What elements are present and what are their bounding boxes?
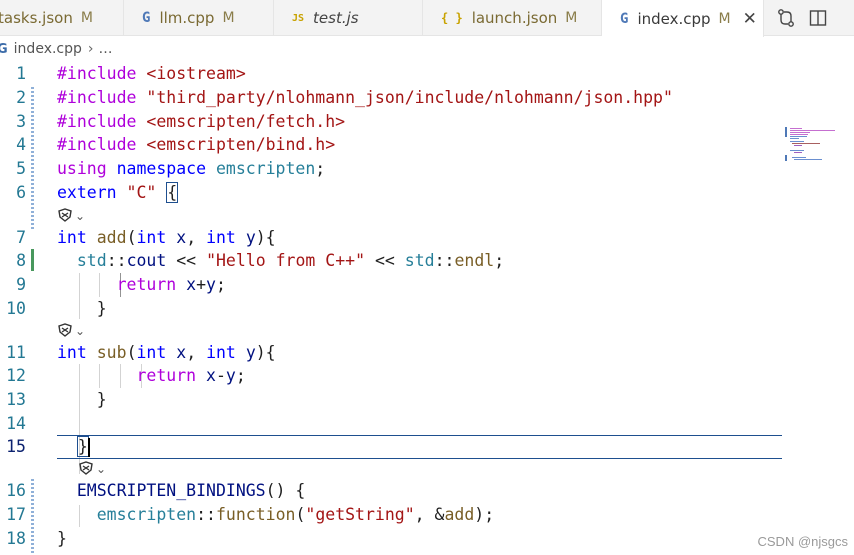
- line-number: 3: [16, 112, 26, 131]
- breadcrumb-more[interactable]: …: [99, 41, 113, 57]
- code-editor[interactable]: 1 #include <iostream> 2 #include "third_…: [0, 61, 854, 555]
- line-code: #include <iostream>: [57, 64, 246, 83]
- line-code: return x-y;: [136, 366, 246, 385]
- tab-launch-json[interactable]: { } launch.json M: [423, 0, 602, 36]
- line-code: }: [76, 436, 89, 457]
- line-code: }: [57, 529, 67, 548]
- copilot-icon: [78, 460, 94, 478]
- tab-label: tasks.json: [0, 9, 73, 27]
- line-code: using namespace emscripten;: [57, 159, 326, 178]
- line-number: 2: [16, 88, 26, 107]
- chevron-down-icon: ⌄: [75, 209, 86, 223]
- tab-label: launch.json: [471, 9, 558, 27]
- tab-label: test.js: [313, 9, 359, 27]
- code-line: 9 return x+y;: [0, 273, 854, 297]
- line-number: 1: [16, 64, 26, 83]
- code-line: 18 }: [0, 527, 854, 551]
- open-changes-icon[interactable]: [774, 6, 798, 30]
- editor-tab-bar: tasks.json M G llm.cpp M JS test.js { } …: [0, 0, 854, 37]
- line-number: 4: [16, 135, 26, 154]
- code-line: 3 #include <emscripten/fetch.h>: [0, 110, 854, 134]
- modified-badge: M: [222, 10, 235, 26]
- cpp-icon: G: [142, 10, 151, 26]
- line-number: 18: [6, 529, 26, 548]
- line-number: 10: [6, 299, 26, 318]
- line-number: 6: [16, 183, 26, 202]
- watermark: CSDN @njsgcs: [757, 534, 849, 549]
- breadcrumb: G index.cpp › …: [0, 37, 854, 61]
- code-line: 8 std::cout << "Hello from C++" << std::…: [0, 249, 854, 273]
- line-code: }: [57, 390, 107, 409]
- line-number: 8: [16, 251, 26, 270]
- tab-index-cpp[interactable]: G index.cpp M ✕: [602, 0, 764, 37]
- code-line: 12 return x-y;: [0, 364, 854, 388]
- codelens[interactable]: ⌄: [57, 205, 85, 227]
- line-number: 7: [16, 228, 26, 247]
- line-code: }: [57, 299, 107, 318]
- line-number: 14: [6, 414, 26, 433]
- copilot-icon: [57, 322, 73, 340]
- line-code: #include "third_party/nlohmann_json/incl…: [57, 88, 673, 107]
- line-code: emscripten::function("getString", &add);: [96, 505, 495, 524]
- split-editor-icon[interactable]: [806, 6, 830, 30]
- line-number: 15: [6, 437, 26, 456]
- modified-badge: M: [565, 10, 578, 26]
- codelens[interactable]: ⌄: [57, 320, 85, 342]
- code-line: 14: [0, 412, 854, 436]
- js-icon: JS: [292, 12, 305, 24]
- code-line: 16 EMSCRIPTEN_BINDINGS() {: [0, 479, 854, 503]
- tab-llm-cpp[interactable]: G llm.cpp M: [124, 0, 274, 36]
- chevron-right-icon: ›: [87, 41, 94, 57]
- codelens[interactable]: ⌄: [78, 458, 106, 480]
- modified-badge: M: [80, 10, 93, 26]
- minimap[interactable]: [785, 127, 840, 167]
- code-line: 1 #include <iostream>: [0, 62, 854, 86]
- line-code: #include <emscripten/fetch.h>: [57, 112, 346, 131]
- code-line: 2 #include "third_party/nlohmann_json/in…: [0, 86, 854, 110]
- code-line: 4 #include <emscripten/bind.h>: [0, 133, 854, 157]
- code-line: 6 extern "C" {: [0, 181, 854, 205]
- code-line: 5 using namespace emscripten;: [0, 157, 854, 181]
- line-number: 16: [6, 481, 26, 500]
- line-code: int sub(int x, int y){: [57, 343, 276, 362]
- line-number: 17: [6, 505, 26, 524]
- code-line: 17 emscripten::function("getString", &ad…: [0, 503, 854, 527]
- line-number: 13: [6, 390, 26, 409]
- tab-tasks-json[interactable]: tasks.json M: [0, 0, 124, 36]
- line-code: #include <emscripten/bind.h>: [57, 135, 336, 154]
- line-number: 11: [6, 343, 26, 362]
- code-line: 10 }: [0, 297, 854, 321]
- json-icon: { }: [441, 11, 463, 25]
- line-code: return x+y;: [116, 275, 226, 294]
- line-code: EMSCRIPTEN_BINDINGS() {: [76, 481, 306, 500]
- text-cursor: [88, 438, 90, 457]
- line-code: std::cout << "Hello from C++" << std::en…: [76, 251, 505, 270]
- chevron-down-icon: ⌄: [75, 324, 86, 338]
- tab-label: llm.cpp: [159, 9, 215, 27]
- breadcrumb-file[interactable]: index.cpp: [14, 41, 82, 57]
- cpp-icon: G: [0, 41, 8, 57]
- code-line: 7 int add(int x, int y){: [0, 226, 854, 250]
- code-line: 13 }: [0, 388, 854, 412]
- line-number: 12: [6, 366, 26, 385]
- line-number: 9: [16, 275, 26, 294]
- code-line-current: 15 }: [0, 435, 854, 459]
- line-code: extern "C" {: [57, 182, 179, 203]
- line-code: int add(int x, int y){: [57, 228, 276, 247]
- copilot-icon: [57, 207, 73, 225]
- line-number: 5: [16, 159, 26, 178]
- code-line: 11 int sub(int x, int y){: [0, 341, 854, 365]
- close-icon[interactable]: ✕: [743, 9, 757, 29]
- cpp-icon: G: [620, 10, 629, 27]
- tab-label: index.cpp: [637, 9, 711, 28]
- chevron-down-icon: ⌄: [96, 462, 107, 476]
- tab-test-js[interactable]: JS test.js: [274, 0, 423, 36]
- modified-badge: M: [718, 10, 731, 27]
